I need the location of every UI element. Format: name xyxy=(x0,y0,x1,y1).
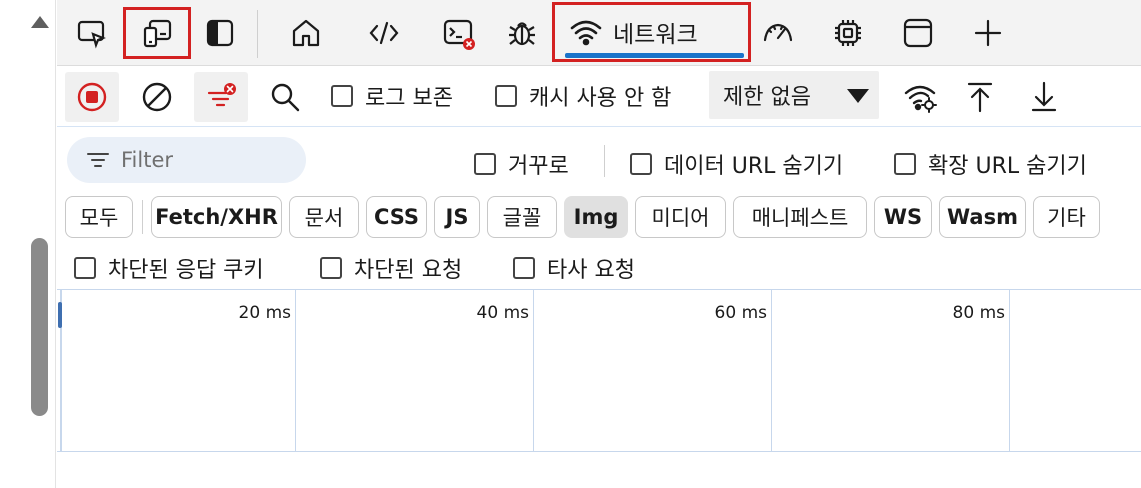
throttle-value: 제한 없음 xyxy=(723,85,811,110)
timeline-gridline xyxy=(295,290,296,451)
separator xyxy=(604,145,605,177)
home-icon[interactable] xyxy=(283,10,329,56)
record-icon[interactable] xyxy=(65,72,119,122)
blocked-requests-checkbox[interactable]: 차단된 요청 xyxy=(320,252,462,284)
dropdown-caret-icon xyxy=(847,89,869,103)
preserve-log-label: 로그 보존 xyxy=(365,86,453,111)
network-conditions-icon[interactable] xyxy=(893,72,947,122)
inspect-element-icon[interactable] xyxy=(69,10,115,56)
chip-icon[interactable] xyxy=(825,10,871,56)
checkbox-box[interactable] xyxy=(331,85,353,107)
search-icon[interactable] xyxy=(258,72,312,122)
code-icon[interactable] xyxy=(361,10,407,56)
timeline-overview[interactable]: 20 ms 40 ms 60 ms 80 ms xyxy=(57,289,1141,452)
checkbox-box[interactable] xyxy=(894,153,916,175)
type-filter-doc[interactable]: 문서 xyxy=(289,196,359,238)
blocked-requests-label: 차단된 요청 xyxy=(354,258,463,283)
type-filter-ws[interactable]: WS xyxy=(874,196,932,238)
type-filter-css[interactable]: CSS xyxy=(366,196,427,238)
active-tab-indicator xyxy=(565,53,744,58)
type-filter-img[interactable]: Img xyxy=(564,196,628,238)
filter-placeholder: Filter xyxy=(121,148,174,172)
type-filter-label: WS xyxy=(883,205,923,229)
timeline-gridline xyxy=(533,290,534,451)
type-filter-label: 매니페스트 xyxy=(751,206,849,230)
devtools-tab-bar: 네트워크 xyxy=(57,0,1141,66)
type-filter-manifest[interactable]: 매니페스트 xyxy=(733,196,867,238)
timeline-gridline xyxy=(771,290,772,451)
separator xyxy=(142,200,143,234)
checkbox-box[interactable] xyxy=(513,257,535,279)
timeline-tick-label: 40 ms xyxy=(476,303,529,323)
hide-data-urls-label: 데이터 URL 숨기기 xyxy=(664,154,844,179)
third-party-checkbox[interactable]: 타사 요청 xyxy=(513,252,635,284)
tab-network-label: 네트워크 xyxy=(613,22,698,48)
dock-panel-icon[interactable] xyxy=(197,10,243,56)
type-filter-all[interactable]: 모두 xyxy=(65,196,133,238)
hide-extension-urls-label: 확장 URL 숨기기 xyxy=(928,154,1087,179)
type-filter-wasm[interactable]: Wasm xyxy=(939,196,1026,238)
type-filter-label: JS xyxy=(445,205,469,229)
filter-input[interactable]: Filter xyxy=(67,137,306,183)
gauge-icon[interactable] xyxy=(755,10,801,56)
bug-icon[interactable] xyxy=(499,10,545,56)
scroll-up-arrow-icon[interactable] xyxy=(31,16,49,28)
left-scroll-strip xyxy=(0,0,56,488)
type-filter-label: 미디어 xyxy=(651,206,710,230)
type-filter-media[interactable]: 미디어 xyxy=(635,196,726,238)
type-filter-other[interactable]: 기타 xyxy=(1033,196,1100,238)
filter-toggle-icon[interactable] xyxy=(194,72,248,122)
type-filter-label: 글꼴 xyxy=(502,206,542,230)
type-filter-label: Img xyxy=(573,205,619,229)
filter-icon xyxy=(87,153,109,167)
blocked-cookies-checkbox[interactable]: 차단된 응답 쿠키 xyxy=(74,252,264,284)
timeline-range-handle[interactable] xyxy=(58,302,62,328)
type-filter-label: 기타 xyxy=(1047,206,1086,230)
invert-label: 거꾸로 xyxy=(508,154,569,179)
hide-data-urls-checkbox[interactable]: 데이터 URL 숨기기 xyxy=(630,148,843,180)
console-icon[interactable] xyxy=(435,10,481,56)
type-filter-label: CSS xyxy=(373,205,420,229)
type-filter-js[interactable]: JS xyxy=(434,196,480,238)
third-party-label: 타사 요청 xyxy=(547,258,635,283)
checkbox-box[interactable] xyxy=(74,257,96,279)
device-emulation-icon[interactable] xyxy=(123,7,191,59)
type-filter-label: Wasm xyxy=(947,205,1018,229)
checkbox-box[interactable] xyxy=(474,153,496,175)
tab-separator xyxy=(257,10,258,58)
scrollbar-thumb[interactable] xyxy=(31,238,48,416)
checkbox-box[interactable] xyxy=(495,85,517,107)
checkbox-box[interactable] xyxy=(630,153,652,175)
type-filter-label: 모두 xyxy=(79,206,119,230)
type-filter-label: Fetch/XHR xyxy=(155,205,278,229)
export-har-icon[interactable] xyxy=(1017,72,1071,122)
preserve-log-checkbox[interactable]: 로그 보존 xyxy=(331,80,453,112)
window-icon[interactable] xyxy=(895,10,941,56)
disable-cache-label: 캐시 사용 안 함 xyxy=(529,86,672,111)
throttle-select[interactable]: 제한 없음 xyxy=(709,71,879,119)
type-filter-fetch-xhr[interactable]: Fetch/XHR xyxy=(151,196,282,238)
disable-cache-checkbox[interactable]: 캐시 사용 안 함 xyxy=(495,80,671,112)
timeline-tick-label: 60 ms xyxy=(714,303,767,323)
timeline-tick-label: 80 ms xyxy=(952,303,1005,323)
clear-icon[interactable] xyxy=(130,72,184,122)
plus-icon[interactable] xyxy=(965,10,1011,56)
invert-checkbox[interactable]: 거꾸로 xyxy=(474,148,569,180)
timeline-tick-label: 20 ms xyxy=(238,303,291,323)
wifi-icon xyxy=(570,20,602,46)
blocked-cookies-label: 차단된 응답 쿠키 xyxy=(108,258,264,283)
type-filter-label: 문서 xyxy=(304,206,344,230)
tab-network[interactable]: 네트워크 xyxy=(552,2,751,62)
hide-extension-urls-checkbox[interactable]: 확장 URL 숨기기 xyxy=(894,148,1087,180)
checkbox-box[interactable] xyxy=(320,257,342,279)
network-toolbar: 로그 보존 캐시 사용 안 함 제한 없음 xyxy=(57,67,1141,127)
import-har-icon[interactable] xyxy=(953,72,1007,122)
type-filter-font[interactable]: 글꼴 xyxy=(487,196,557,238)
timeline-gridline xyxy=(1009,290,1010,451)
